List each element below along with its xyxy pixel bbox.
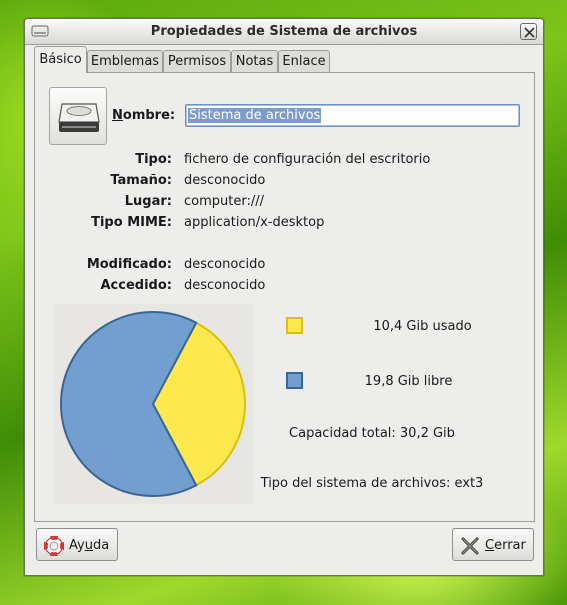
modified-label: Modificado: (86, 257, 172, 272)
pie-chart (60, 311, 246, 497)
size-label: Tamaño: (110, 173, 172, 188)
size-value: desconocido (184, 173, 266, 188)
tab-enlace[interactable]: Enlace (278, 50, 330, 72)
mime-type-label: Tipo MIME: (91, 215, 172, 230)
location-value: computer:/// (184, 194, 264, 209)
name-input-value: Sistema de archivos (188, 108, 322, 123)
help-button-label: Ayuda (69, 538, 110, 553)
harddisk-icon (58, 103, 100, 132)
type-label: Tipo: (135, 152, 172, 167)
mime-type-value: application/x-desktop (184, 215, 325, 230)
filesystem-type: Tipo del sistema de archivos: ext3 (260, 476, 484, 491)
window-title: Propiedades de Sistema de archivos (150, 24, 418, 39)
legend-swatch-used (286, 317, 303, 334)
name-label: Nombre: (112, 108, 176, 123)
icon-chooser-button[interactable] (49, 87, 107, 145)
lifebuoy-icon (44, 536, 64, 556)
window-close-button[interactable] (520, 23, 537, 40)
tab-basico[interactable]: Básico (34, 46, 87, 73)
accessed-value: desconocido (184, 278, 266, 293)
name-input[interactable]: Sistema de archivos (185, 104, 520, 127)
close-icon (524, 27, 535, 38)
modified-value: desconocido (184, 257, 266, 272)
close-button-label: Cerrar (485, 538, 526, 553)
help-button[interactable]: Ayuda (36, 528, 118, 561)
legend-label-free: 19,8 Gib libre (364, 374, 453, 389)
type-value: fichero de configuración del escritorio (184, 152, 431, 167)
legend-swatch-free (286, 372, 303, 389)
legend-label-used: 10,4 Gib usado (373, 319, 472, 334)
disk-usage-chart (53, 304, 253, 504)
close-button[interactable]: Cerrar (452, 528, 534, 561)
tab-emblemas[interactable]: Emblemas (87, 50, 163, 72)
total-capacity: Capacidad total: 30,2 Gib (289, 426, 455, 441)
location-label: Lugar: (124, 194, 172, 209)
accessed-label: Accedido: (100, 278, 173, 293)
close-x-icon (461, 537, 479, 555)
tab-notas[interactable]: Notas (231, 50, 278, 72)
title-bar[interactable]: Propiedades de Sistema de archivos (25, 19, 543, 45)
tab-permisos[interactable]: Permisos (163, 50, 231, 72)
